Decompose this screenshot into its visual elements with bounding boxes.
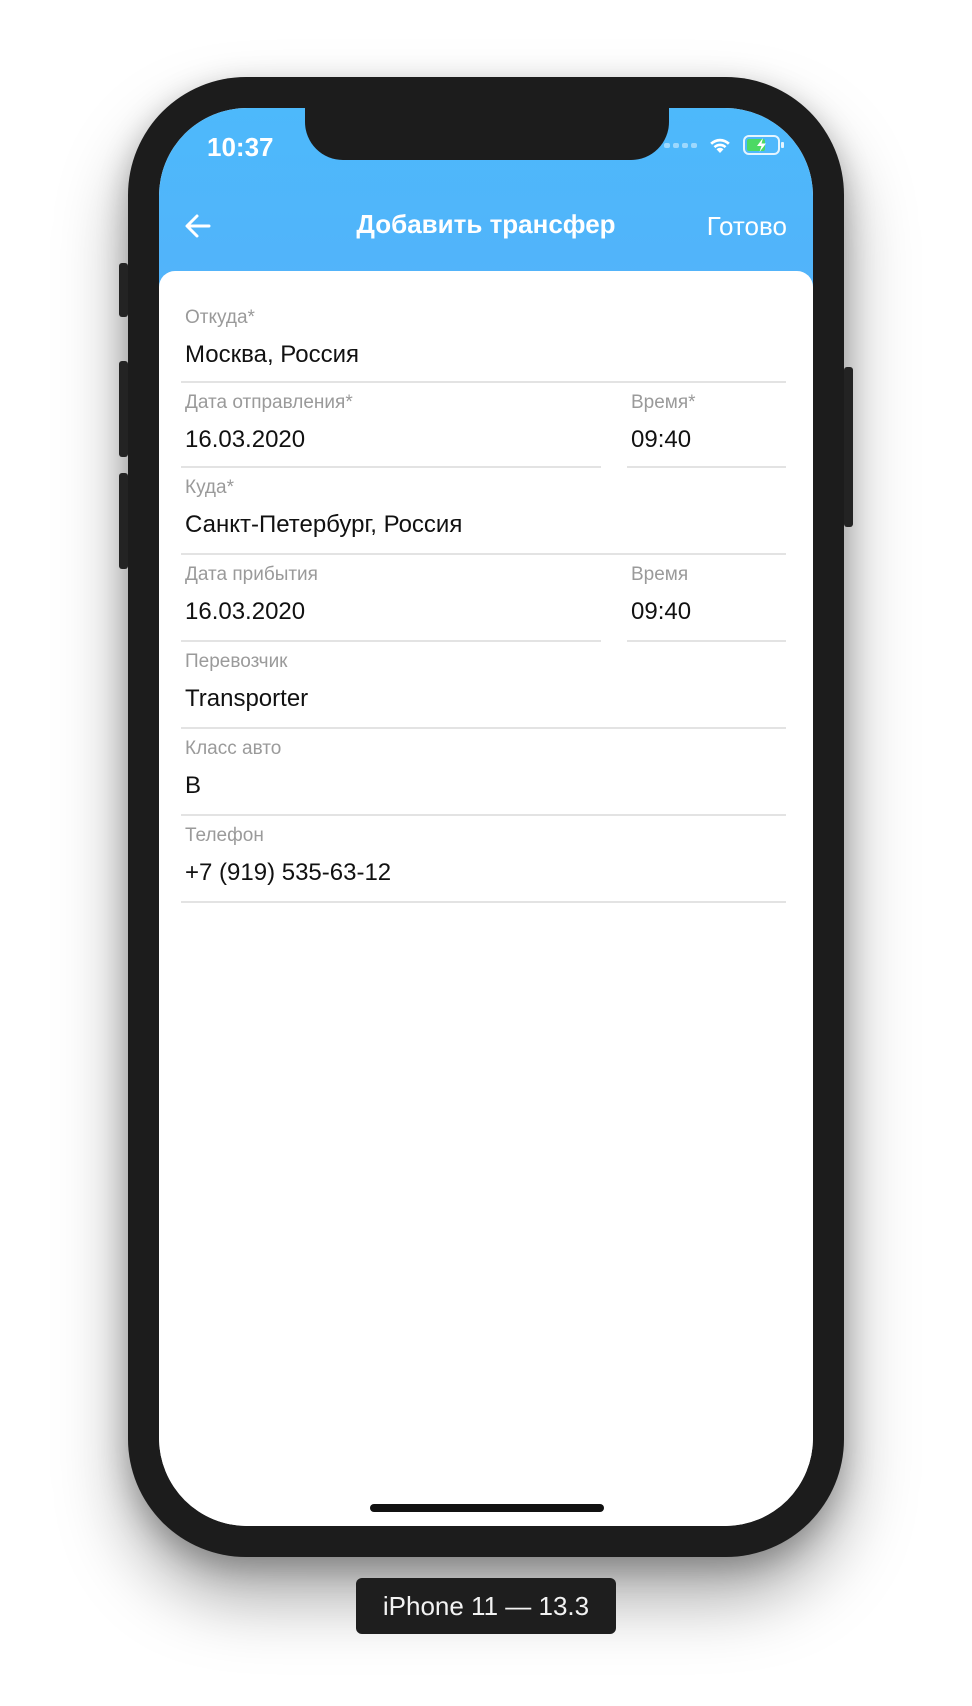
carrier-label: Перевозчик	[185, 651, 288, 672]
arrival-time-label: Время	[631, 564, 689, 585]
carrier-field[interactable]: Перевозчик Transporter	[181, 642, 786, 729]
to-value: Санкт-Петербург, Россия	[185, 511, 463, 538]
departure-time-value: 09:40	[631, 426, 692, 453]
phone-label: Телефон	[185, 825, 264, 846]
volume-up-button	[119, 361, 128, 457]
arrival-time-field[interactable]: Время 09:40	[627, 555, 786, 642]
volume-down-button	[119, 473, 128, 569]
transfer-form: Откуда* Москва, Россия Дата отправления*…	[159, 271, 813, 1526]
car-class-label: Класс авто	[185, 738, 282, 759]
battery-charging-icon	[743, 135, 784, 155]
arrival-date-value: 16.03.2020	[185, 598, 306, 625]
cellular-signal-icon	[664, 142, 697, 148]
to-field[interactable]: Куда* Санкт-Петербург, Россия	[181, 468, 786, 555]
phone-value: +7 (919) 535-63-12	[185, 859, 392, 886]
departure-date-label: Дата отправления*	[185, 392, 353, 413]
from-value: Москва, Россия	[185, 341, 359, 368]
device-caption: iPhone 11 — 13.3	[356, 1578, 616, 1634]
to-label: Куда*	[185, 477, 234, 498]
arrival-date-label: Дата прибытия	[185, 564, 318, 585]
departure-date-field[interactable]: Дата отправления* 16.03.2020	[181, 381, 601, 468]
wifi-icon	[710, 138, 730, 153]
arrival-time-value: 09:40	[631, 598, 692, 625]
status-indicators	[664, 134, 785, 156]
car-class-value: B	[185, 772, 202, 799]
from-label: Откуда*	[185, 307, 255, 328]
notch	[305, 108, 669, 160]
phone-field[interactable]: Телефон +7 (919) 535-63-12	[181, 816, 786, 903]
carrier-value: Transporter	[185, 685, 309, 712]
from-field[interactable]: Откуда* Москва, Россия	[181, 271, 786, 383]
status-time: 10:37	[207, 132, 274, 162]
departure-time-field[interactable]: Время* 09:40	[627, 381, 786, 468]
arrival-date-field[interactable]: Дата прибытия 16.03.2020	[181, 555, 601, 642]
phone-screen: 10:37 Добавить трансфер Готово Откуда* М…	[159, 108, 813, 1526]
departure-time-label: Время*	[631, 392, 696, 413]
power-button	[844, 367, 853, 527]
silent-switch	[119, 263, 128, 317]
simulator-stage: 10:37 Добавить трансфер Готово Откуда* М…	[0, 0, 972, 1706]
car-class-field[interactable]: Класс авто B	[181, 729, 786, 816]
home-indicator[interactable]	[370, 1504, 604, 1512]
iphone-device-frame: 10:37 Добавить трансфер Готово Откуда* М…	[119, 77, 853, 1557]
departure-date-value: 16.03.2020	[185, 426, 306, 453]
done-button[interactable]: Готово	[707, 211, 787, 242]
